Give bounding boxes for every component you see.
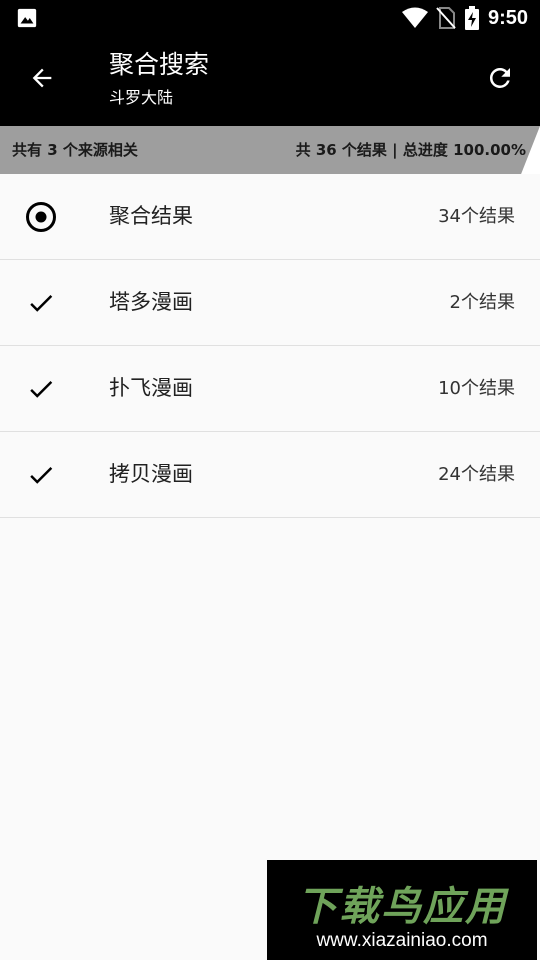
page-subtitle: 斗罗大陆: [109, 88, 174, 107]
list-item-source[interactable]: 拷贝漫画 24个结果: [0, 432, 540, 518]
back-button[interactable]: [22, 58, 62, 98]
status-bar: 9:50: [0, 0, 540, 36]
refresh-icon: [489, 67, 510, 88]
watermark-url: www.xiazainiao.com: [316, 930, 488, 951]
source-count-text: 共有 3 个来源相关: [12, 141, 138, 159]
source-result-count: 34个结果: [438, 206, 515, 227]
search-progress-bar: 共有 3 个来源相关 共 36 个结果 | 总进度 100.00%: [0, 126, 540, 174]
no-sim-icon: [436, 7, 456, 29]
page-title: 聚合搜索: [109, 50, 210, 79]
source-name: 拷贝漫画: [109, 462, 193, 486]
source-name: 聚合结果: [109, 204, 193, 228]
watermark-brand: 下载鸟应用: [297, 884, 507, 930]
wifi-icon: [401, 7, 428, 29]
source-result-count: 2个结果: [449, 292, 515, 313]
image-icon: [16, 7, 38, 29]
status-icons: 9:50: [401, 0, 528, 36]
radio-selected-icon: [24, 200, 58, 234]
result-progress-text: 共 36 个结果 | 总进度 100.00%: [295, 141, 526, 159]
app-bar: 聚合搜索 斗罗大陆: [0, 36, 540, 126]
check-icon: [24, 458, 58, 492]
source-result-count: 24个结果: [438, 464, 515, 485]
check-icon: [24, 372, 58, 406]
list-item-source[interactable]: 塔多漫画 2个结果: [0, 260, 540, 346]
battery-charging-icon: [464, 6, 480, 30]
source-result-count: 10个结果: [438, 378, 515, 399]
source-name: 塔多漫画: [109, 290, 193, 314]
status-time: 9:50: [487, 6, 528, 29]
refresh-button[interactable]: [480, 58, 520, 98]
source-list: 聚合结果 34个结果 塔多漫画 2个结果 扑飞漫画 10个结果 拷贝漫画 24个…: [0, 174, 540, 518]
list-item-source[interactable]: 扑飞漫画 10个结果: [0, 346, 540, 432]
watermark: 下载鸟应用 www.xiazainiao.com: [267, 860, 537, 960]
check-icon: [24, 286, 58, 320]
list-item-aggregate[interactable]: 聚合结果 34个结果: [0, 174, 540, 260]
arrow-back-icon: [32, 68, 52, 88]
source-name: 扑飞漫画: [109, 376, 193, 400]
